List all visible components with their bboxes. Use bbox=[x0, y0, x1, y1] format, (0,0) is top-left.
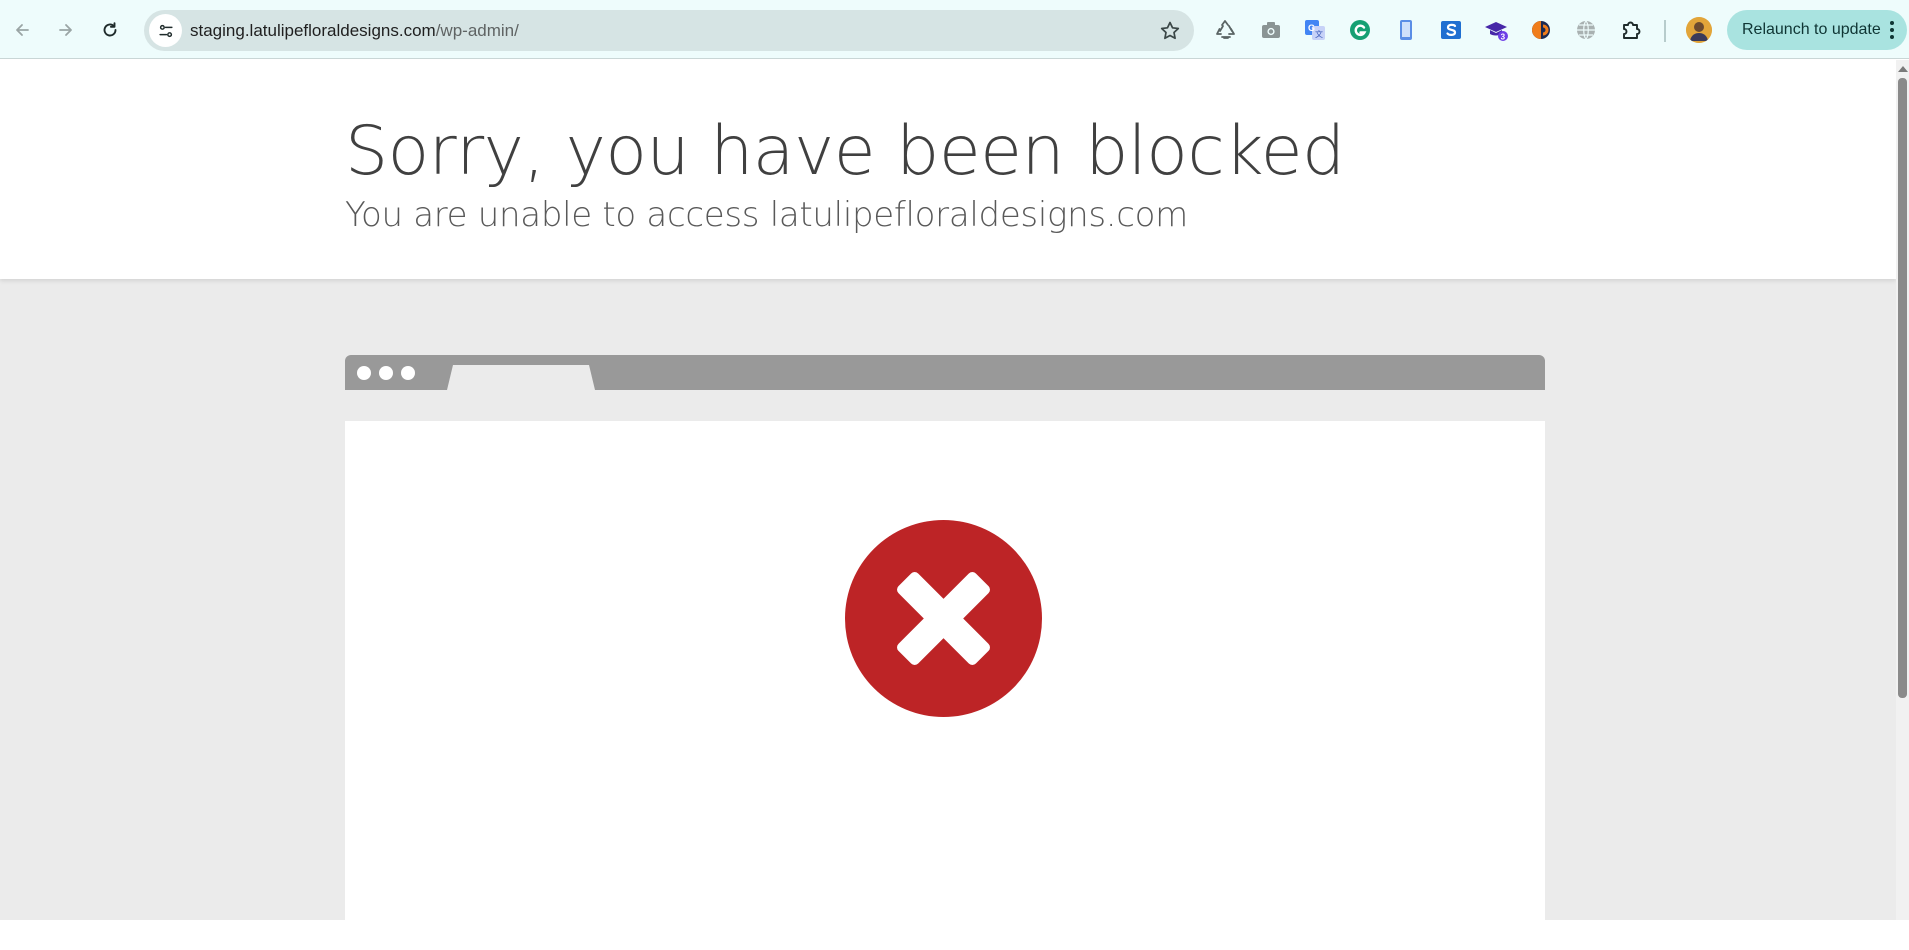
orange-half-circle-icon[interactable] bbox=[1528, 17, 1554, 43]
scroll-up-arrow-icon[interactable] bbox=[1898, 66, 1908, 72]
page-content: Sorry, you have been blocked You are una… bbox=[0, 60, 1896, 920]
url-domain: staging.latulipefloraldesigns.com bbox=[190, 21, 436, 40]
s-app-icon[interactable] bbox=[1438, 17, 1464, 43]
block-header: Sorry, you have been blocked You are una… bbox=[0, 60, 1896, 279]
relaunch-label: Relaunch to update bbox=[1742, 21, 1881, 38]
toolbar-divider bbox=[1664, 20, 1666, 42]
tune-icon bbox=[158, 24, 173, 37]
bottom-edge bbox=[0, 920, 1909, 950]
browser-toolbar: staging.latulipefloraldesigns.com/wp-adm… bbox=[0, 0, 1909, 59]
profile-avatar[interactable] bbox=[1686, 17, 1712, 43]
illustration-dot bbox=[357, 366, 371, 380]
svg-text:文: 文 bbox=[1315, 29, 1323, 39]
illustration-tab bbox=[447, 365, 595, 390]
google-translate-icon[interactable]: G文 bbox=[1302, 17, 1328, 43]
illustration-dot bbox=[401, 366, 415, 380]
reload-button[interactable] bbox=[92, 12, 128, 48]
grammarly-icon[interactable] bbox=[1347, 17, 1373, 43]
site-info-button[interactable] bbox=[149, 14, 182, 47]
extensions-badge: 3 bbox=[1501, 32, 1506, 41]
browser-illustration-bar bbox=[345, 355, 1545, 390]
illustration-dot bbox=[379, 366, 393, 380]
puzzle-piece-icon[interactable] bbox=[1619, 17, 1645, 43]
reload-icon bbox=[103, 22, 117, 37]
address-bar[interactable]: staging.latulipefloraldesigns.com/wp-adm… bbox=[144, 10, 1194, 51]
url-text[interactable]: staging.latulipefloraldesigns.com/wp-adm… bbox=[190, 10, 519, 51]
vertical-scrollbar[interactable] bbox=[1896, 60, 1909, 920]
relaunch-to-update-button[interactable]: Relaunch to update bbox=[1727, 10, 1907, 50]
page-subtitle: You are unable to access latulipeflorald… bbox=[345, 195, 1188, 235]
graduation-cap-icon[interactable]: 3 bbox=[1483, 17, 1509, 43]
page-title: Sorry, you have been blocked bbox=[345, 112, 1345, 191]
phone-icon[interactable] bbox=[1393, 17, 1419, 43]
scroll-thumb[interactable] bbox=[1898, 78, 1907, 698]
more-vert-icon bbox=[1890, 21, 1894, 39]
back-button[interactable] bbox=[4, 12, 40, 48]
url-path: /wp-admin/ bbox=[435, 21, 519, 40]
arrow-left-icon bbox=[16, 24, 29, 36]
camera-icon[interactable] bbox=[1258, 17, 1284, 43]
globe-icon[interactable] bbox=[1573, 17, 1599, 43]
recycle-icon[interactable] bbox=[1213, 17, 1239, 43]
forward-button[interactable] bbox=[48, 12, 84, 48]
person-avatar-icon bbox=[1686, 17, 1712, 43]
arrow-right-icon bbox=[59, 24, 72, 36]
blocked-x-icon bbox=[844, 519, 1043, 718]
svg-text:G: G bbox=[1308, 23, 1315, 33]
bookmark-star-icon[interactable] bbox=[1158, 19, 1182, 43]
